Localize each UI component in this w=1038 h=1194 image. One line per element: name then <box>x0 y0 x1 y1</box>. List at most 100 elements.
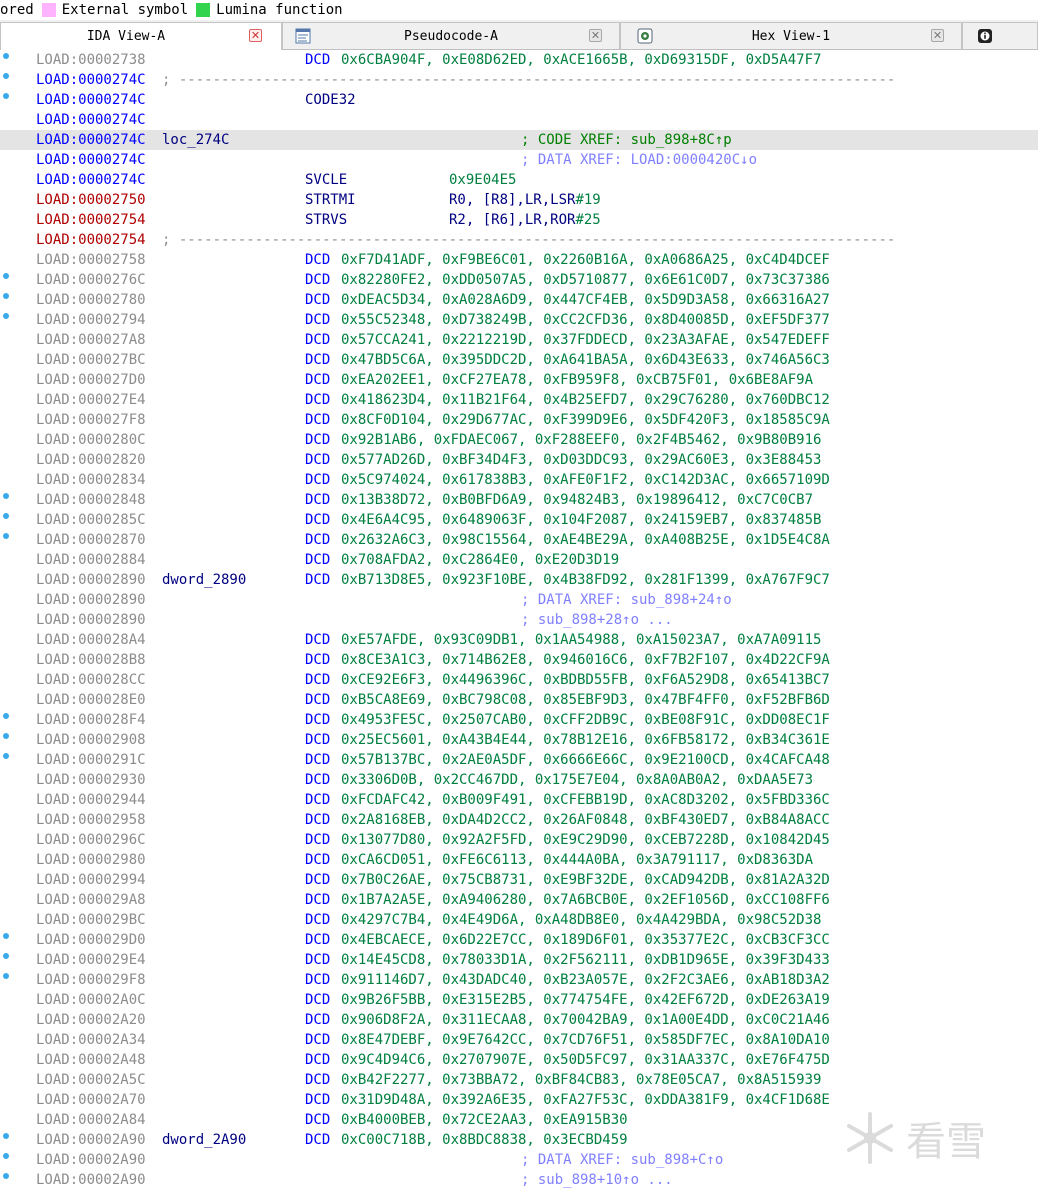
listing-line[interactable]: LOAD:00002780 DCD 0xDEAC5D34, 0xA028A6D9, … <box>0 290 1038 310</box>
listing-line[interactable]: LOAD:00002890 dword_2890 DCD 0xB713D8E5, 0x… <box>0 570 1038 590</box>
listing-line[interactable]: LOAD:0000274C ; -------------------------… <box>0 70 1038 90</box>
listing-line[interactable]: LOAD:00002930 DCD 0x3306D0B, 0x2CC467DD, 0… <box>0 770 1038 790</box>
breakpoint-dot-icon[interactable] <box>3 493 9 499</box>
breakpoint-dot-icon[interactable] <box>3 93 9 99</box>
watermark-text: 看雪 <box>906 1119 986 1165</box>
listing-line[interactable]: LOAD:00002870 DCD 0x2632A6C3, 0x98C15564, … <box>0 530 1038 550</box>
listing-line[interactable]: LOAD:00002A48 DCD 0x9C4D94C6, 0x2707907E, … <box>0 1050 1038 1070</box>
listing-line[interactable]: LOAD:00002738 DCD 0x6CBA904F, 0xE08D62ED, … <box>0 50 1038 70</box>
listing-line[interactable]: LOAD:00002794 DCD 0x55C52348, 0xD738249B, … <box>0 310 1038 330</box>
info-icon <box>978 29 992 43</box>
mnemonic: DCD <box>305 992 331 1008</box>
listing-line[interactable]: LOAD:00002A34 DCD 0x8E47DEBF, 0x9E7642CC, … <box>0 1030 1038 1050</box>
operands: 0x4953FE5C, 0x2507CAB0, 0xCFF2DB9C, 0xBE… <box>341 712 830 728</box>
mnemonic: DCD <box>305 652 331 668</box>
operands: 0xB5CA8E69, 0xBC798C08, 0x85EBF9D3, 0x47… <box>341 692 830 708</box>
breakpoint-dot-icon[interactable] <box>3 733 9 739</box>
breakpoint-dot-icon[interactable] <box>3 713 9 719</box>
close-icon[interactable]: ✕ <box>249 29 262 42</box>
listing-line[interactable]: LOAD:0000274C <box>0 110 1038 130</box>
listing-line[interactable]: LOAD:000029BC DCD 0x4297C7B4, 0x4E49D6A, 0… <box>0 910 1038 930</box>
disassembly-listing[interactable]: LOAD:00002738 DCD 0x6CBA904F, 0xE08D62ED, … <box>0 50 1038 1194</box>
operands: 0xB713D8E5, 0x923F10BE, 0x4B38FD92, 0x28… <box>341 572 830 588</box>
listing-line[interactable]: LOAD:00002820 DCD 0x577AD26D, 0xBF34D4F3, … <box>0 450 1038 470</box>
address: LOAD:00002A70 <box>36 1092 146 1108</box>
listing-line[interactable]: LOAD:00002980 DCD 0xCA6CD051, 0xFE6C6113, … <box>0 850 1038 870</box>
listing-line[interactable]: LOAD:000029E4 DCD 0x14E45CD8, 0x78033D1A, … <box>0 950 1038 970</box>
listing-line[interactable]: LOAD:000028B8 DCD 0x8CE3A1C3, 0x714B62E8, … <box>0 650 1038 670</box>
listing-line[interactable]: LOAD:000029F8 DCD 0x911146D7, 0x43DADC40, … <box>0 970 1038 990</box>
listing-line[interactable]: LOAD:0000274C SVCLE 0x9E04E5 <box>0 170 1038 190</box>
breakpoint-dot-icon[interactable] <box>3 953 9 959</box>
address: LOAD:00002A84 <box>36 1112 146 1128</box>
listing-line[interactable]: LOAD:00002A20 DCD 0x906D8F2A, 0x311ECAA8, … <box>0 1010 1038 1030</box>
breakpoint-dot-icon[interactable] <box>3 73 9 79</box>
tab-next-view[interactable] <box>962 22 1038 49</box>
listing-line[interactable]: LOAD:000027BC DCD 0x47BD5C6A, 0x395DDC2D, … <box>0 350 1038 370</box>
listing-line[interactable]: LOAD:000027F8 DCD 0x8CF0D104, 0x29D677AC, … <box>0 410 1038 430</box>
mnemonic: DCD <box>305 312 331 328</box>
breakpoint-dot-icon[interactable] <box>3 1153 9 1159</box>
listing-line[interactable]: LOAD:0000280C DCD 0x92B1AB6, 0xFDAEC067, 0… <box>0 430 1038 450</box>
listing-line[interactable]: LOAD:00002908 DCD 0x25EC5601, 0xA43B4E44, … <box>0 730 1038 750</box>
tab-ida-view-a[interactable]: IDA View-A ✕ <box>0 22 282 50</box>
breakpoint-dot-icon[interactable] <box>3 933 9 939</box>
listing-line[interactable]: LOAD:000027E4 DCD 0x418623D4, 0x11B21F64, … <box>0 390 1038 410</box>
listing-line[interactable]: LOAD:00002754 STRVS R2, [R6],LR,ROR#25 <box>0 210 1038 230</box>
listing-line[interactable]: LOAD:000028F4 DCD 0x4953FE5C, 0x2507CAB0, … <box>0 710 1038 730</box>
listing-line[interactable]: LOAD:0000274C ; DATA XREF: LOAD:0000420C↓… <box>0 150 1038 170</box>
listing-line[interactable]: LOAD:00002754 ; -------------------------… <box>0 230 1038 250</box>
close-icon[interactable]: ✕ <box>931 29 944 42</box>
address: LOAD:00002A5C <box>36 1072 146 1088</box>
close-icon[interactable]: ✕ <box>589 29 602 42</box>
mnemonic: DCD <box>305 572 331 588</box>
listing-line[interactable]: LOAD:00002848 DCD 0x13B38D72, 0xB0BFD6A9, … <box>0 490 1038 510</box>
listing-line[interactable]: LOAD:00002758 DCD 0xF7D41ADF, 0xF9BE6C01, … <box>0 250 1038 270</box>
listing-line[interactable]: LOAD:0000291C DCD 0x57B137BC, 0x2AE0A5DF, … <box>0 750 1038 770</box>
breakpoint-dot-icon[interactable] <box>3 1133 9 1139</box>
operands: 0x92B1AB6, 0xFDAEC067, 0xF288EEF0, 0x2F4… <box>341 432 822 448</box>
listing-line[interactable]: LOAD:00002890 ; sub_898+28↑o ... <box>0 610 1038 630</box>
listing-line[interactable]: LOAD:000027D0 DCD 0xEA202EE1, 0xCF27EA78, … <box>0 370 1038 390</box>
listing-line[interactable]: LOAD:00002834 DCD 0x5C974024, 0x617838B3, … <box>0 470 1038 490</box>
listing-line[interactable]: LOAD:000029A8 DCD 0x1B7A2A5E, 0xA9406280, … <box>0 890 1038 910</box>
tab-hex-view-1[interactable]: Hex View-1 ✕ <box>620 22 962 49</box>
operands: 0x6CBA904F, 0xE08D62ED, 0xACE1665B, 0xD6… <box>341 52 822 68</box>
operands: 0xE57AFDE, 0x93C09DB1, 0x1AA54988, 0xA15… <box>341 632 822 648</box>
listing-line[interactable]: LOAD:00002944 DCD 0xFCDAFC42, 0xB009F491, … <box>0 790 1038 810</box>
listing-line[interactable]: LOAD:0000276C DCD 0x82280FE2, 0xDD0507A5, … <box>0 270 1038 290</box>
breakpoint-dot-icon[interactable] <box>3 753 9 759</box>
breakpoint-dot-icon[interactable] <box>3 1173 9 1179</box>
code-label: loc_274C <box>162 132 230 148</box>
breakpoint-dot-icon[interactable] <box>3 53 9 59</box>
operands: 0x4297C7B4, 0x4E49D6A, 0xA48DB8E0, 0x4A4… <box>341 912 822 928</box>
listing-line[interactable]: LOAD:00002A5C DCD 0xB42F2277, 0x73BBA72, 0… <box>0 1070 1038 1090</box>
address: LOAD:00002754 <box>36 232 146 248</box>
address: LOAD:0000274C <box>36 132 146 148</box>
breakpoint-dot-icon[interactable] <box>3 973 9 979</box>
listing-line[interactable]: LOAD:0000274C loc_274C ; CODE XREF: sub_89… <box>0 130 1038 150</box>
listing-line[interactable]: LOAD:00002994 DCD 0x7B0C26AE, 0x75CB8731, … <box>0 870 1038 890</box>
address: LOAD:00002A34 <box>36 1032 146 1048</box>
listing-line[interactable]: LOAD:000028E0 DCD 0xB5CA8E69, 0xBC798C08, … <box>0 690 1038 710</box>
breakpoint-dot-icon[interactable] <box>3 293 9 299</box>
listing-line[interactable]: LOAD:00002958 DCD 0x2A8168EB, 0xDA4D2CC2, … <box>0 810 1038 830</box>
listing-line[interactable]: LOAD:000028A4 DCD 0xE57AFDE, 0x93C09DB1, 0… <box>0 630 1038 650</box>
listing-line[interactable]: LOAD:000029D0 DCD 0x4EBCAECE, 0x6D22E7CC, … <box>0 930 1038 950</box>
address: LOAD:00002980 <box>36 852 146 868</box>
listing-line[interactable]: LOAD:000028CC DCD 0xCE92E6F3, 0x4496396C, … <box>0 670 1038 690</box>
breakpoint-dot-icon[interactable] <box>3 513 9 519</box>
listing-line[interactable]: LOAD:00002750 STRTMI R0, [R8],LR,LSR#19 <box>0 190 1038 210</box>
listing-line[interactable]: LOAD:000027A8 DCD 0x57CCA241, 0x2212219D, … <box>0 330 1038 350</box>
breakpoint-dot-icon[interactable] <box>3 313 9 319</box>
listing-line[interactable]: LOAD:00002A0C DCD 0x9B26F5BB, 0xE315E2B5, … <box>0 990 1038 1010</box>
listing-line[interactable]: LOAD:0000274C CODE32 <box>0 90 1038 110</box>
listing-line[interactable]: LOAD:0000296C DCD 0x13077D80, 0x92A2F5FD, … <box>0 830 1038 850</box>
mnemonic: DCD <box>305 672 331 688</box>
listing-line[interactable]: LOAD:0000285C DCD 0x4E6A4C95, 0x6489063F, … <box>0 510 1038 530</box>
listing-line[interactable]: LOAD:00002890 ; DATA XREF: sub_898+24↑o <box>0 590 1038 610</box>
breakpoint-dot-icon[interactable] <box>3 273 9 279</box>
listing-line[interactable]: LOAD:00002884 DCD 0x708AFDA2, 0xC2864E0, 0… <box>0 550 1038 570</box>
tab-pseudocode-a[interactable]: Pseudocode-A ✕ <box>282 22 620 49</box>
breakpoint-dot-icon[interactable] <box>3 533 9 539</box>
